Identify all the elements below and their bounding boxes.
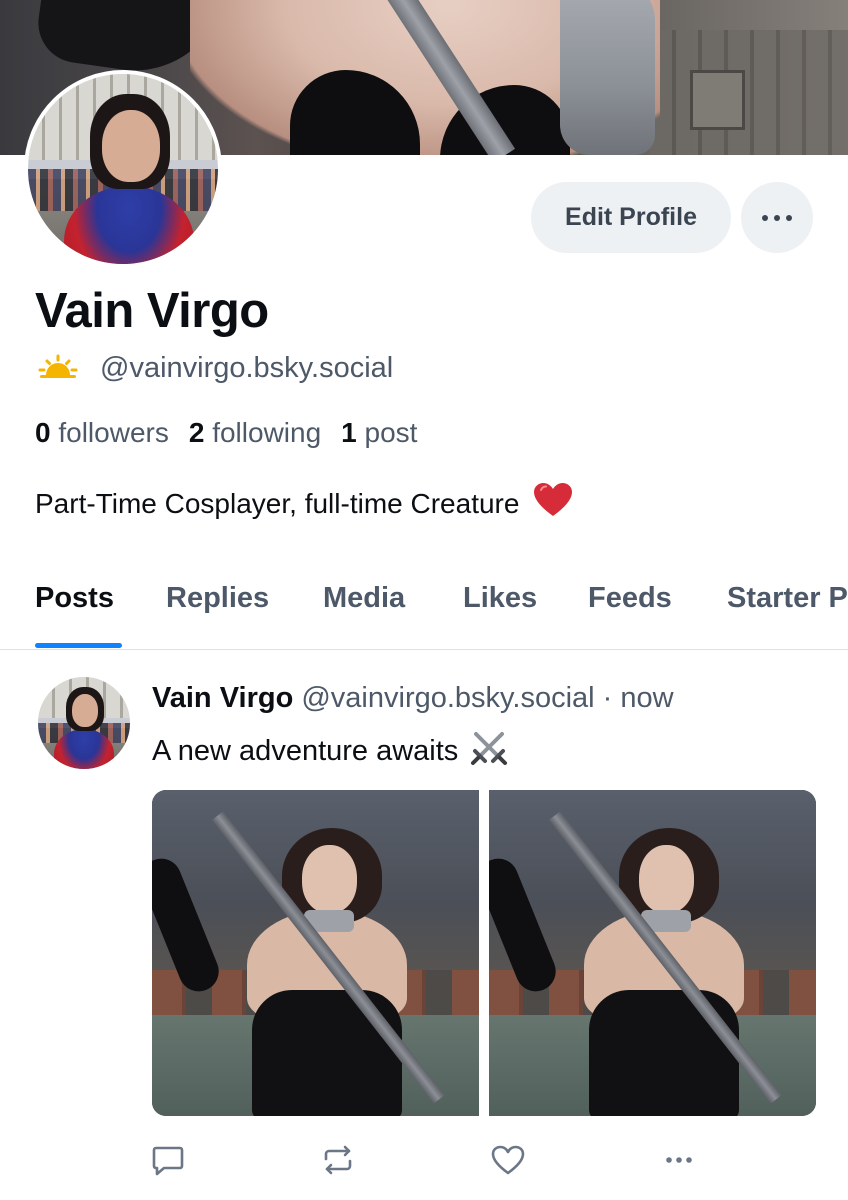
profile-tabs: Posts Replies Media Likes Feeds Starter …: [0, 570, 848, 650]
followers-label: followers: [58, 417, 169, 448]
post-more-button[interactable]: [659, 1140, 699, 1180]
post-author-name[interactable]: Vain Virgo: [152, 682, 293, 714]
image-face: [639, 845, 694, 913]
profile-bio: Part-Time Cosplayer, full-time Creature: [35, 482, 573, 525]
banner-armor: [560, 0, 655, 155]
avatar-photo: [28, 74, 218, 264]
followers-stat[interactable]: 0 followers: [35, 417, 169, 449]
post-author-avatar[interactable]: [38, 677, 130, 769]
reply-icon: [152, 1146, 184, 1176]
post-image-2[interactable]: [489, 790, 816, 1116]
more-icon: [666, 1157, 692, 1163]
bio-text: Part-Time Cosplayer, full-time Creature: [35, 487, 520, 519]
following-stat[interactable]: 2 following: [189, 417, 321, 449]
post-timestamp[interactable]: now: [620, 682, 673, 714]
tab-feeds[interactable]: Feeds: [588, 582, 672, 615]
red-heart-icon: [533, 482, 573, 525]
image-face: [302, 845, 357, 913]
posts-label: post: [364, 417, 418, 448]
heart-icon: [491, 1145, 525, 1175]
tab-media[interactable]: Media: [323, 582, 405, 615]
tab-starter-packs[interactable]: Starter P: [727, 582, 848, 615]
avatar-face: [102, 110, 160, 182]
posts-count: 1: [341, 417, 357, 448]
post-header: Vain Virgo @vainvirgo.bsky.social · now: [152, 682, 674, 715]
crossed-swords-icon: [470, 728, 508, 774]
more-icon: [762, 214, 792, 221]
display-name: Vain Virgo: [35, 284, 269, 338]
posts-stat: 1 post: [341, 417, 417, 449]
profile-page: Edit Profile Vain Virgo @vainvirgo.bsky.…: [0, 0, 848, 1200]
handle-row: @vainvirgo.bsky.social: [38, 352, 393, 385]
sun-behind-cloud-icon: [38, 353, 78, 384]
repost-button[interactable]: [318, 1140, 358, 1180]
post-body: A new adventure awaits: [152, 728, 508, 774]
post-actions: [0, 1140, 848, 1180]
tab-likes[interactable]: Likes: [463, 582, 537, 615]
tab-posts[interactable]: Posts: [35, 582, 114, 615]
active-tab-indicator: [35, 643, 122, 648]
banner-window: [690, 70, 745, 130]
more-options-button[interactable]: [741, 182, 813, 253]
post-author-handle[interactable]: @vainvirgo.bsky.social: [301, 682, 594, 714]
post-separator: ·: [602, 682, 613, 714]
user-handle[interactable]: @vainvirgo.bsky.social: [100, 352, 393, 385]
banner-stone-wall: [650, 30, 848, 155]
profile-stats: 0 followers 2 following 1 post: [35, 417, 417, 449]
image-dress: [252, 990, 402, 1116]
post-avatar-face: [72, 694, 98, 727]
post-text: A new adventure awaits: [152, 734, 459, 767]
image-dress: [589, 990, 739, 1116]
reply-button[interactable]: [148, 1140, 188, 1180]
following-label: following: [212, 417, 322, 448]
profile-avatar[interactable]: [24, 70, 222, 268]
post-avatar-photo: [38, 677, 130, 769]
repost-icon: [324, 1145, 352, 1175]
followers-count: 0: [35, 417, 51, 448]
like-button[interactable]: [488, 1140, 528, 1180]
post-image-1[interactable]: [152, 790, 479, 1116]
edit-profile-button[interactable]: Edit Profile: [531, 182, 731, 253]
following-count: 2: [188, 417, 205, 448]
tab-replies[interactable]: Replies: [166, 582, 269, 615]
